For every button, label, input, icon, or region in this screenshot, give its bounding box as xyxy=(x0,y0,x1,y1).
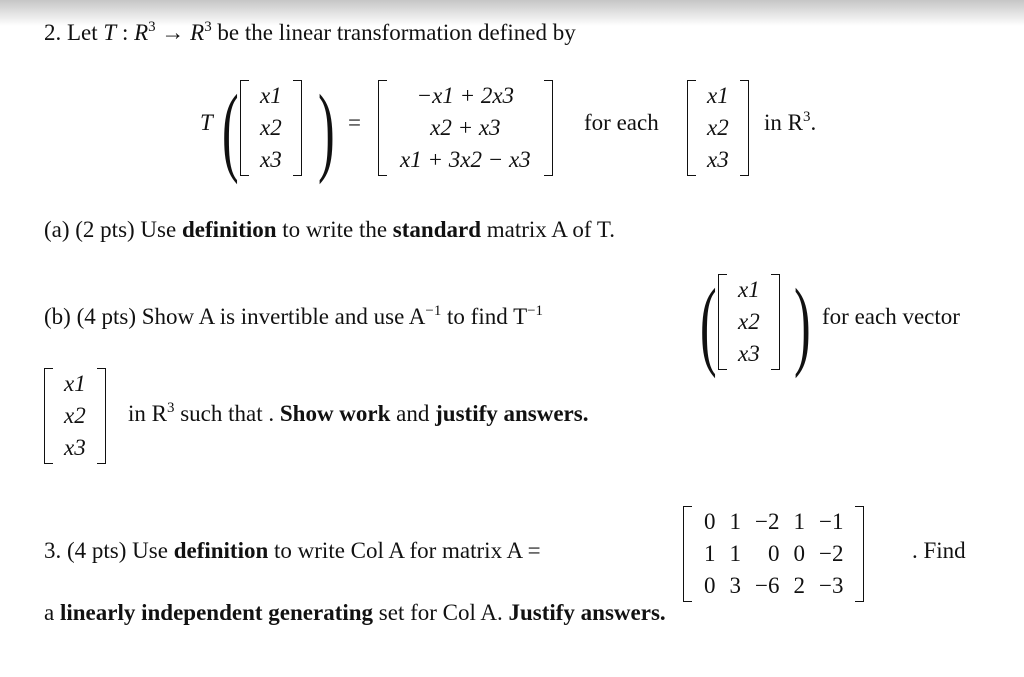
vector-entry: −x1 + 2x3 xyxy=(416,83,515,108)
part-a: (a) (2 pts) Use definition to write the … xyxy=(44,217,615,242)
vector-entry: x2 xyxy=(738,309,760,334)
in-space-text: in R3. xyxy=(764,109,817,135)
arrow: → xyxy=(161,20,185,45)
bold-definition: definition xyxy=(181,217,277,242)
equals-sign: = xyxy=(348,110,361,135)
vector-entry: x1 xyxy=(738,277,760,302)
vector-entry: x3 xyxy=(707,147,729,172)
vector-entry: x2 xyxy=(260,115,282,140)
vector-entry: x1 + 3x2 − x3 xyxy=(400,147,531,172)
vector-entry: x3 xyxy=(260,147,282,172)
each-vector: x1 x2 x3 xyxy=(687,80,749,176)
codomain-symbol: R xyxy=(190,20,205,45)
inverse-input-vector: x1 x2 x3 xyxy=(718,274,780,370)
bold-definition: definition xyxy=(173,538,269,563)
vector-entry: x3 xyxy=(64,435,86,460)
bold-standard: standard xyxy=(392,217,481,242)
find-text: . Find xyxy=(912,538,966,563)
vector-entry: x3 xyxy=(738,341,760,366)
transformation-symbol: T xyxy=(103,20,117,45)
vector-entry: x1 xyxy=(64,371,86,396)
bold-justify: Justify answers. xyxy=(508,600,666,625)
input-vector: x1 x2 x3 xyxy=(240,80,302,176)
colon: : xyxy=(121,20,129,45)
for-each-text: for each xyxy=(584,110,659,135)
T-symbol: T xyxy=(200,110,213,135)
vector-entry: x1 xyxy=(707,83,729,108)
matrix-row: 0 3 −6 2 −3 xyxy=(704,573,844,598)
part-b-line1: (b) (4 pts) Show A is invertible and use… xyxy=(44,303,544,329)
domain-exponent: 3 xyxy=(148,19,156,36)
vector-entry: x2 xyxy=(707,115,729,140)
right-paren: ) xyxy=(318,74,335,185)
part-b-tail: for each vector xyxy=(822,304,960,329)
output-vector: −x1 + 2x3 x2 + x3 x1 + 3x2 − x3 xyxy=(378,80,553,176)
part-b-vector: x1 x2 x3 xyxy=(44,368,106,464)
vector-entry: x2 + x3 xyxy=(430,115,501,140)
intro-text: Let xyxy=(67,20,98,45)
matrix-A: 0 1 −2 1 −1 1 1 0 0 −2 0 3 −6 2 −3 xyxy=(683,506,865,602)
part-b-line2: in R3 such that . Show work and justify … xyxy=(128,400,589,426)
problem-3-line1: 3. (4 pts) Use definition to write Col A… xyxy=(44,538,541,563)
vector-entry: x1 xyxy=(260,83,282,108)
matrix-row: 0 1 −2 1 −1 xyxy=(704,509,844,534)
domain-symbol: R xyxy=(134,20,149,45)
right-paren: ) xyxy=(794,268,811,379)
problem-2-heading: 2. Let T : R3 → R3 be the linear transfo… xyxy=(44,20,576,46)
left-paren: ( xyxy=(222,74,239,185)
codomain-exponent: 3 xyxy=(204,19,212,36)
left-paren: ( xyxy=(700,268,717,379)
matrix-row: 1 1 0 0 −2 xyxy=(704,541,844,566)
bold-show-work: Show work xyxy=(279,401,391,426)
problem-number: 2. xyxy=(44,20,62,45)
bold-justify: justify answers. xyxy=(435,401,589,426)
vector-entry: x2 xyxy=(64,403,86,428)
intro-text-post: be the linear transformation defined by xyxy=(217,20,576,45)
problem-3-line2: a linearly independent generating set fo… xyxy=(44,600,666,625)
bold-lin-indep: linearly independent generating xyxy=(59,600,374,625)
